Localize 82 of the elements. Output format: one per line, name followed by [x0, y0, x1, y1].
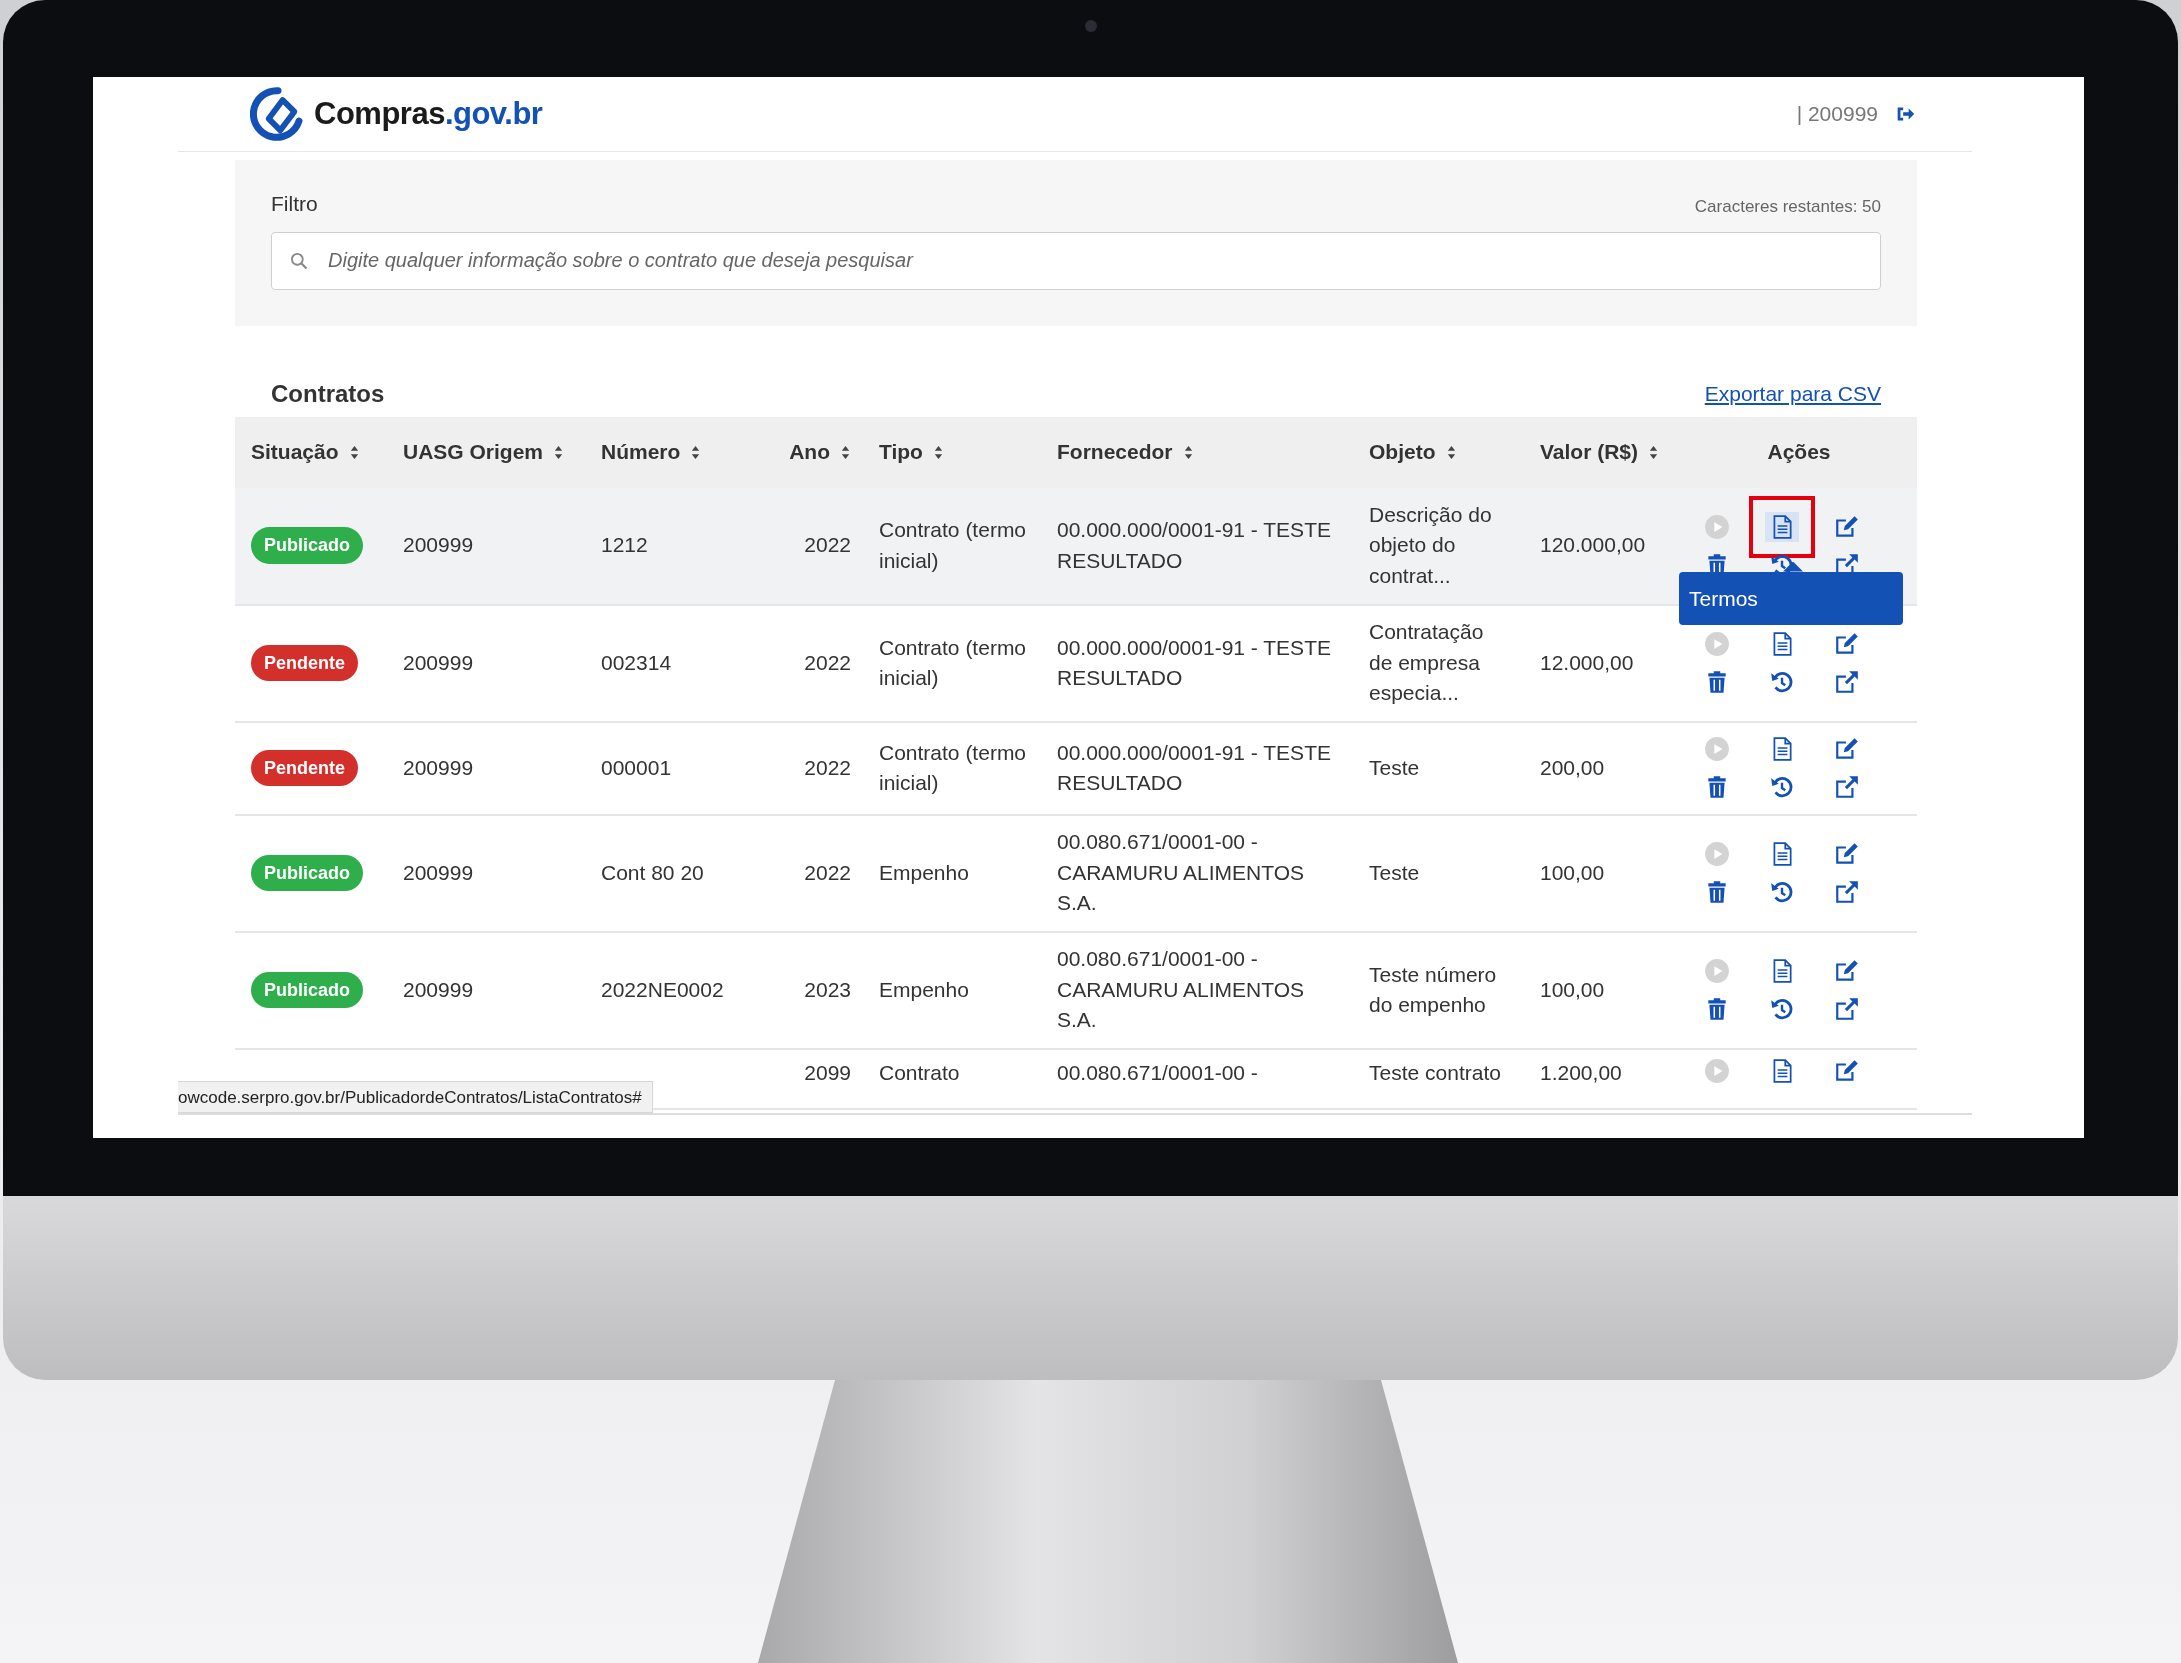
table-cell: 002314 — [585, 604, 759, 722]
history-icon[interactable] — [1769, 996, 1795, 1022]
external-link-icon[interactable] — [1834, 996, 1860, 1022]
logo-icon — [250, 86, 306, 142]
table-cell: 200999 — [387, 814, 585, 932]
table-cell: 2022 — [759, 721, 863, 815]
sort-icon — [932, 444, 944, 460]
status-badge: Publicado — [251, 971, 363, 1009]
search-icon — [289, 250, 309, 271]
table-cell: Contrato (termo inicial) — [863, 721, 1041, 815]
sort-icon — [1648, 444, 1660, 460]
table-cell: Teste número do empenho — [1353, 931, 1524, 1049]
table-cell: Contratação de empresa especia... — [1353, 604, 1524, 722]
history-icon[interactable] — [1769, 669, 1795, 695]
table-cell: Cont 80 20 — [585, 814, 759, 932]
history-icon[interactable] — [1769, 879, 1795, 905]
character-counter: Caracteres restantes: 50 — [1694, 196, 1881, 218]
table-cell: 00.080.671/0001-00 - CARAMURU ALIMENTOS S.A. — [1041, 814, 1353, 932]
logo-text: Compras.gov.br — [314, 94, 543, 133]
table-cell: Teste — [1353, 721, 1524, 815]
table-cell: Empenho — [863, 931, 1041, 1049]
tooltip: Termos — [1679, 571, 1903, 625]
status-bar-url: owcode.serpro.gov.br/PublicadordeContratos/ListaContratos# — [178, 1081, 653, 1113]
sort-icon — [553, 444, 565, 460]
edit-icon[interactable] — [1834, 1057, 1860, 1084]
edit-icon[interactable] — [1834, 841, 1860, 867]
table-cell: Contrato (termo inicial) — [863, 604, 1041, 722]
table-cell: 2022NE0002 — [585, 931, 759, 1049]
table-cell: 00.080.671/0001-00 - — [1041, 1048, 1353, 1109]
table-cell: 100,00 — [1524, 931, 1677, 1049]
table-cell: 12.000,00 — [1524, 604, 1677, 722]
table-cell: Empenho — [863, 814, 1041, 932]
edit-icon[interactable] — [1834, 958, 1860, 984]
column-header[interactable]: Tipo — [879, 436, 944, 468]
edit-icon[interactable] — [1834, 631, 1860, 657]
table-cell: 00.080.671/0001-00 - CARAMURU ALIMENTOS S.A. — [1041, 931, 1353, 1049]
table-cell: 200999 — [387, 931, 585, 1049]
table-cell: 2022 — [759, 487, 863, 605]
column-header: Ações — [1767, 439, 1831, 466]
export-csv-link[interactable]: Exportar para CSV — [1704, 378, 1881, 410]
search-field[interactable]: Digite qualquer informação sobre o contrato que deseja pesquisar — [271, 231, 1881, 290]
table-cell: Teste — [1353, 814, 1524, 932]
table-cell: 2022 — [759, 814, 863, 932]
filter-label: Filtro — [271, 191, 318, 217]
table-cell: 120.000,00 — [1524, 487, 1677, 605]
sort-icon — [1445, 444, 1457, 460]
table-cell: 00.000.000/0001-91 - TESTE RESULTADO — [1041, 604, 1353, 722]
sort-icon — [1182, 444, 1194, 460]
table-cell: 1212 — [585, 487, 759, 605]
sort-icon — [840, 444, 851, 460]
status-badge: Pendente — [251, 749, 359, 787]
external-link-icon[interactable] — [1834, 774, 1860, 800]
table-cell: 200,00 — [1524, 721, 1677, 815]
status-badge: Publicado — [251, 527, 363, 564]
edit-icon[interactable] — [1834, 736, 1860, 762]
table-cell: 1.200,00 — [1524, 1048, 1677, 1109]
sort-icon — [348, 444, 360, 460]
sort-icon — [690, 444, 702, 460]
camera-icon — [1084, 20, 1097, 32]
edit-icon[interactable] — [1834, 513, 1860, 540]
user-id: | 200999 — [1796, 101, 1878, 128]
table-cell: Contrato (termo inicial) — [863, 487, 1041, 605]
history-icon[interactable] — [1769, 774, 1795, 800]
table-cell: 200999 — [387, 721, 585, 815]
table-cell: 200999 — [387, 487, 585, 605]
table-cell: 2023 — [759, 931, 863, 1049]
column-header[interactable]: Fornecedor — [1057, 436, 1194, 468]
section-title: Contratos — [271, 379, 385, 409]
table-cell: 2099 — [759, 1048, 863, 1109]
table-cell: 00.000.000/0001-91 - TESTE RESULTADO — [1041, 487, 1353, 605]
table-cell: Contrato — [863, 1048, 1041, 1109]
table-cell: 00.000.000/0001-91 - TESTE RESULTADO — [1041, 721, 1353, 815]
table-cell: 000001 — [585, 721, 759, 815]
table-cell: Teste contrato — [1353, 1048, 1524, 1109]
external-link-icon[interactable] — [1834, 669, 1860, 695]
table-cell: 100,00 — [1524, 814, 1677, 932]
status-badge: Pendente — [251, 644, 359, 682]
table-cell: 2022 — [759, 604, 863, 722]
table-cell: 200999 — [387, 604, 585, 722]
external-link-icon[interactable] — [1834, 879, 1860, 905]
status-badge: Publicado — [251, 854, 363, 892]
table-cell: Descrição do objeto do contrat... — [1353, 487, 1524, 605]
